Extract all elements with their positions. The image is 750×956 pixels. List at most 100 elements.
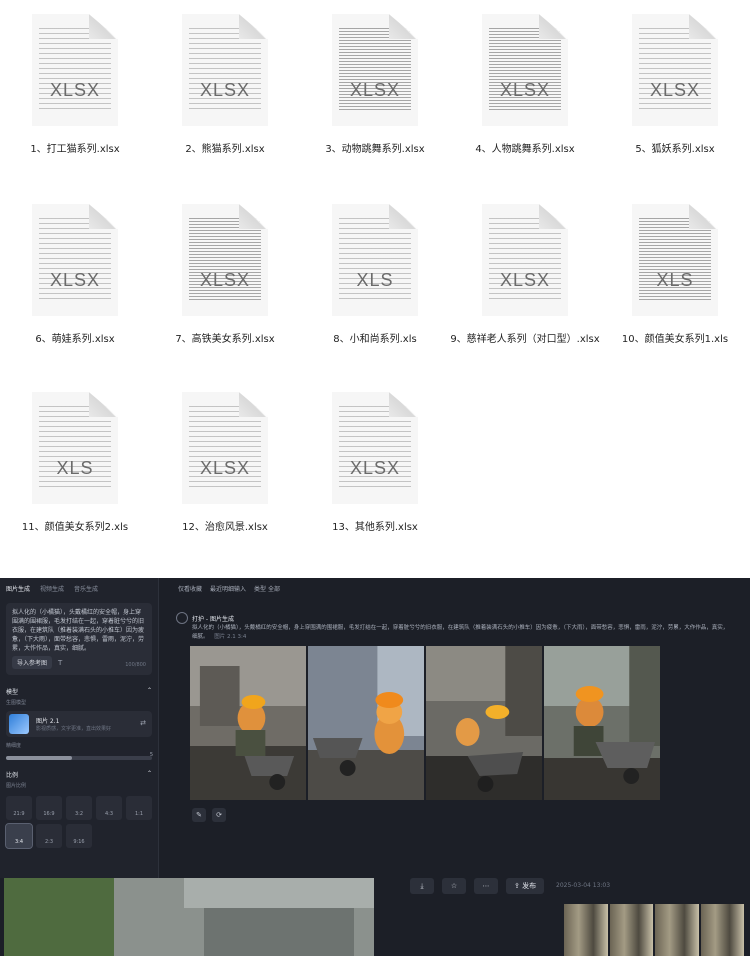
file-tile[interactable]: XLS 10、颜值美女系列1.xls <box>600 204 750 345</box>
file-type-label: XLSX <box>49 80 101 100</box>
ratio-option[interactable]: 4:3 <box>96 796 122 820</box>
fine-slider[interactable]: 5 <box>6 752 153 760</box>
model-thumbnail <box>9 714 29 734</box>
chevron-up-icon[interactable]: ⌃ <box>147 687 152 696</box>
file-tile[interactable]: XLSX 5、狐妖系列.xlsx <box>600 14 750 155</box>
generation-prompt-text: 拟人化的（小橘猫），头戴橘红的安全帽，身上穿围满的围裙服，毛发打结在一起，穿着脏… <box>192 625 729 640</box>
tab-image[interactable]: 图片生成 <box>6 584 30 593</box>
ratio-option-selected[interactable]: 3:4 <box>5 823 33 849</box>
generated-image[interactable] <box>544 646 660 800</box>
import-reference-button[interactable]: 导入参考图 <box>12 656 53 669</box>
plus-icon <box>176 612 188 624</box>
file-tile[interactable]: XLS 8、小和尚系列.xls <box>300 204 450 345</box>
publish-button[interactable]: ⇪ 发布 <box>506 878 545 894</box>
file-name: 1、打工猫系列.xlsx <box>30 144 120 155</box>
previous-result: ⤓ ☆ ⋯ ⇪ 发布 2025-03-04 13:03 <box>0 878 750 956</box>
spreadsheet-file-icon: XLSX <box>632 14 718 126</box>
chevron-up-icon[interactable]: ⌃ <box>147 770 152 779</box>
spreadsheet-file-icon: XLSX <box>32 14 118 126</box>
spreadsheet-file-icon: XLSX <box>482 204 568 316</box>
ratio-sub-label: 图片比例 <box>6 783 27 789</box>
ratio-option[interactable]: 2:3 <box>36 824 62 848</box>
download-icon[interactable]: ⤓ <box>410 878 434 894</box>
type-filter[interactable]: 类型 全部 <box>254 584 280 593</box>
thumbnail[interactable] <box>700 904 744 956</box>
spreadsheet-file-icon: XLSX <box>482 14 568 126</box>
spreadsheet-file-icon: XLSX <box>182 392 268 504</box>
file-type-label: XLSX <box>199 458 251 478</box>
file-tile[interactable]: XLSX 2、熊猫系列.xlsx <box>150 14 300 155</box>
recent-input-filter[interactable]: 最近明细输入 <box>210 584 246 593</box>
file-tile[interactable]: XLSX 6、萌娃系列.xlsx <box>0 204 150 345</box>
slider-fill <box>6 756 72 760</box>
thumbnail[interactable] <box>609 904 653 956</box>
text-format-icon[interactable]: T <box>58 659 62 667</box>
model-sub-label: 生图模型 <box>6 700 27 706</box>
prompt-text[interactable]: 拟人化的（小橘猫），头戴橘红的安全帽，身上穿围满的围裙服，毛发打结在一起，穿着脏… <box>12 608 146 654</box>
ratio-option[interactable]: 9:16 <box>66 824 92 848</box>
regenerate-icon[interactable]: ⟳ <box>212 808 226 822</box>
file-name: 3、动物跳舞系列.xlsx <box>325 144 425 155</box>
more-icon[interactable]: ⋯ <box>474 878 498 894</box>
file-type-label: XLSX <box>349 458 401 478</box>
settings-panel: 图片生成 视频生成 音乐生成 拟人化的（小橘猫），头戴橘红的安全帽，身上穿围满的… <box>0 578 159 878</box>
file-type-label: XLS <box>56 458 94 478</box>
spreadsheet-file-icon: XLSX <box>332 14 418 126</box>
file-tile[interactable]: XLSX 7、高铁美女系列.xlsx <box>150 204 300 345</box>
edit-icon[interactable]: ✎ <box>192 808 206 822</box>
spreadsheet-file-icon: XLSX <box>182 14 268 126</box>
file-name: 12、治愈风景.xlsx <box>182 522 268 533</box>
generated-image[interactable] <box>190 646 306 800</box>
generated-image[interactable] <box>426 646 542 800</box>
thumbnail-strip <box>564 904 744 956</box>
file-name: 8、小和尚系列.xls <box>333 334 417 345</box>
file-tile[interactable]: XLSX 4、人物跳舞系列.xlsx <box>450 14 600 155</box>
model-description: 影视质感，文字更准，直出效果好 <box>36 726 112 732</box>
spreadsheet-file-icon: XLSX <box>332 392 418 504</box>
file-tile[interactable]: XLSX 3、动物跳舞系列.xlsx <box>300 14 450 155</box>
spreadsheet-file-icon: XLSX <box>182 204 268 316</box>
file-tile[interactable]: XLSX 13、其他系列.xlsx <box>300 392 450 533</box>
ratio-option[interactable]: 16:9 <box>36 796 62 820</box>
file-name: 6、萌娃系列.xlsx <box>35 334 115 345</box>
file-type-label: XLSX <box>499 270 551 290</box>
file-type-label: XLSX <box>199 270 251 290</box>
tab-music[interactable]: 音乐生成 <box>74 584 98 593</box>
tab-video[interactable]: 视频生成 <box>40 584 64 593</box>
spreadsheet-file-icon: XLS <box>332 204 418 316</box>
model-section-title: 模型 <box>6 689 19 696</box>
file-type-label: XLSX <box>649 80 701 100</box>
favorites-filter[interactable]: 仅看收藏 <box>178 584 202 593</box>
generated-images <box>190 646 660 800</box>
thumbnail[interactable] <box>655 904 699 956</box>
model-selector[interactable]: 图片 2.1 影视质感，文字更准，直出效果好 ⇄ <box>6 711 152 737</box>
filter-toolbar: 仅看收藏 最近明细输入 类型 全部 <box>170 578 750 599</box>
file-tile[interactable]: XLS 11、颜值美女系列2.xls <box>0 392 150 533</box>
slider-value: 5 <box>149 752 153 758</box>
ratio-option[interactable]: 1:1 <box>126 796 152 820</box>
file-tile[interactable]: XLSX 9、慈祥老人系列（对口型）.xlsx <box>450 204 600 345</box>
generated-image[interactable] <box>308 646 424 800</box>
generation-meta: 图片 2.1 3:4 <box>214 634 247 640</box>
file-grid: XLSX 1、打工猫系列.xlsx XLSX 2、熊猫系列.xlsx XLSX … <box>0 0 750 578</box>
results-panel: 仅看收藏 最近明细输入 类型 全部 打护 - 图片生成 拟人化的（小橘猫），头戴… <box>170 578 750 878</box>
file-name: 10、颜值美女系列1.xls <box>621 334 729 345</box>
file-name: 11、颜值美女系列2.xls <box>21 522 129 533</box>
prompt-input[interactable]: 拟人化的（小橘猫），头戴橘红的安全帽，身上穿围满的围裙服，毛发打结在一起，穿着脏… <box>6 603 152 675</box>
fine-label: 精细度 <box>6 743 22 749</box>
preview-image[interactable] <box>4 878 374 956</box>
ratio-section-title: 比例 <box>6 772 19 779</box>
file-tile[interactable]: XLSX 1、打工猫系列.xlsx <box>0 14 150 155</box>
favorite-icon[interactable]: ☆ <box>442 878 466 894</box>
thumbnail[interactable] <box>564 904 608 956</box>
ratio-option[interactable]: 21:9 <box>6 796 32 820</box>
file-name: 2、熊猫系列.xlsx <box>185 144 265 155</box>
ratio-options: 21:9 16:9 3:2 4:3 1:1 3:4 2:3 9:16 <box>0 792 158 852</box>
file-name: 7、高铁美女系列.xlsx <box>175 334 275 345</box>
generation-prompt: 拟人化的（小橘猫），头戴橘红的安全帽，身上穿围满的围裙服，毛发打结在一起，穿着脏… <box>192 624 732 642</box>
file-tile[interactable]: XLSX 12、治愈风景.xlsx <box>150 392 300 533</box>
settings-icon[interactable]: ⇄ <box>140 719 146 727</box>
spreadsheet-file-icon: XLS <box>32 392 118 504</box>
ratio-option[interactable]: 3:2 <box>66 796 92 820</box>
file-name: 5、狐妖系列.xlsx <box>635 144 715 155</box>
